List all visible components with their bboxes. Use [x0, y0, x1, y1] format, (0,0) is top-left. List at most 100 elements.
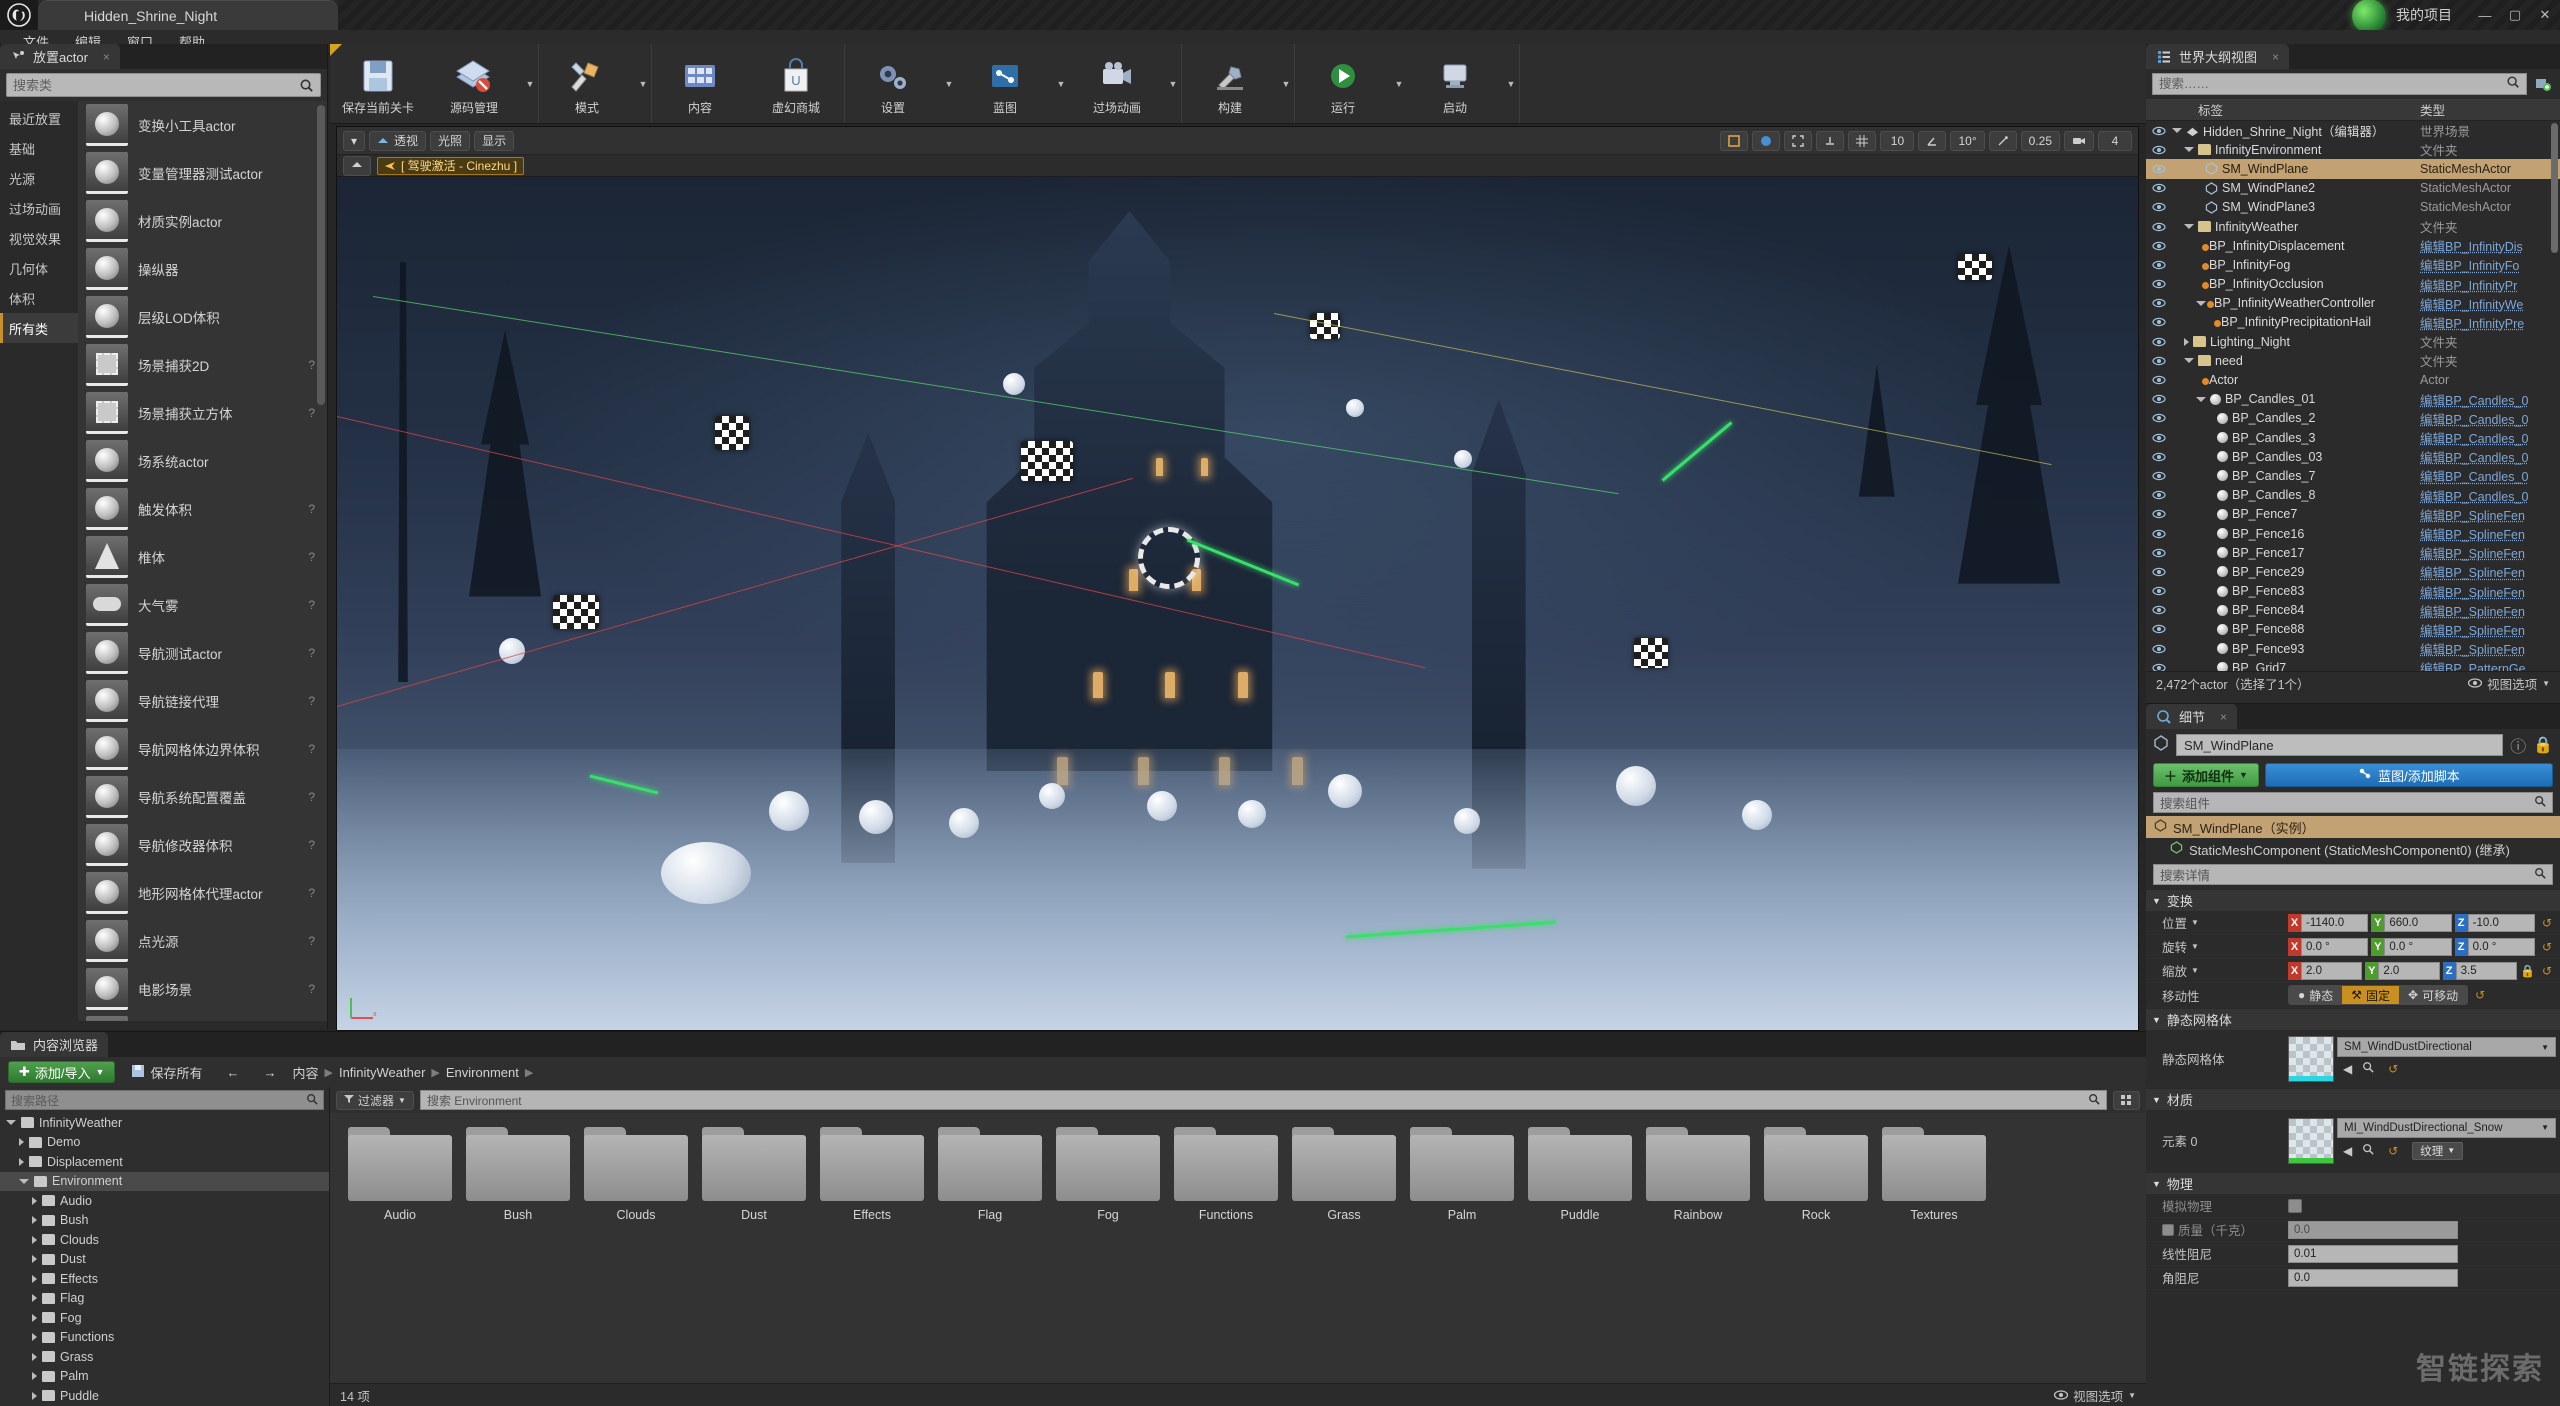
toolbar-button-blueprint[interactable]: 蓝图: [957, 44, 1053, 123]
outliner-row-type[interactable]: 编辑BP_SplineFen: [2420, 543, 2560, 562]
outliner-row[interactable]: InfinityWeather 文件夹: [2146, 217, 2560, 236]
mass-override-checkbox[interactable]: [2162, 1223, 2174, 1236]
toolbar-dropdown-arrow-icon[interactable]: ▼: [1503, 44, 1519, 123]
tree-expand-icon[interactable]: [32, 1196, 37, 1205]
scale-x[interactable]: X 2.0: [2288, 961, 2363, 980]
outliner-row[interactable]: BP_Fence84 编辑BP_SplineFen: [2146, 601, 2560, 620]
rotation-z-value[interactable]: 0.0 °: [2467, 937, 2535, 956]
tree-search-box[interactable]: 搜索路径: [5, 1090, 324, 1110]
outliner-row[interactable]: BP_Candles_3 编辑BP_Candles_0: [2146, 428, 2560, 447]
outliner-row[interactable]: SM_WindPlane2 StaticMeshActor: [2146, 179, 2560, 198]
section-material-header[interactable]: ▼ 材质: [2146, 1088, 2560, 1110]
simulate-physics-checkbox[interactable]: [2288, 1198, 2302, 1213]
filter-button[interactable]: 过滤器 ▼: [336, 1090, 414, 1110]
location-x[interactable]: X -1140.0: [2288, 913, 2369, 932]
asset-folder-tile[interactable]: Fog: [1056, 1127, 1160, 1222]
location-y[interactable]: Y 660.0: [2371, 913, 2452, 932]
folder-tree-node[interactable]: Fog: [0, 1308, 329, 1328]
rotation-dropdown-icon[interactable]: ▼: [2191, 942, 2199, 951]
place-actor-help-icon[interactable]: ?: [308, 982, 315, 996]
mobility-revert-icon[interactable]: ↺: [2471, 988, 2489, 1002]
place-actor-item[interactable]: 场景捕获立方体?: [78, 389, 327, 437]
asset-folder-tile[interactable]: Clouds: [584, 1127, 688, 1222]
toolbar-button-source[interactable]: 源码管理: [426, 44, 522, 123]
add-import-button[interactable]: ✚ 添加/导入 ▼: [8, 1061, 116, 1083]
outliner-expand-icon[interactable]: [2196, 300, 2206, 306]
asset-folder-tile[interactable]: Rainbow: [1646, 1127, 1750, 1222]
outliner-expand-icon[interactable]: [2196, 396, 2206, 402]
outliner-row[interactable]: BP_InfinityPrecipitationHail 编辑BP_Infinit…: [2146, 313, 2560, 332]
location-x-value[interactable]: -1140.0: [2301, 913, 2369, 932]
place-actor-item[interactable]: 电影摄像机actor?: [78, 1013, 327, 1021]
rotation-revert-icon[interactable]: ↺: [2538, 940, 2556, 954]
outliner-visibility-icon[interactable]: [2146, 356, 2172, 366]
folder-tree-node[interactable]: Audio: [0, 1191, 329, 1211]
outliner-column-label[interactable]: 标签: [2194, 100, 2420, 119]
outliner-row[interactable]: BP_Fence16 编辑BP_SplineFen: [2146, 524, 2560, 543]
asset-folder-tile[interactable]: Functions: [1174, 1127, 1278, 1222]
viewport-lighting-button[interactable]: 光照: [430, 130, 471, 151]
tree-expand-icon[interactable]: [19, 1178, 29, 1184]
folder-tree-node[interactable]: Dust: [0, 1250, 329, 1270]
outliner-visibility-icon[interactable]: [2146, 509, 2172, 519]
toolbar-dropdown-arrow-icon[interactable]: ▼: [1278, 44, 1294, 123]
viewport-camera-speed-value[interactable]: 4: [2098, 130, 2132, 151]
viewport-menu-button[interactable]: ▾: [343, 130, 366, 151]
tree-expand-icon[interactable]: [32, 1352, 37, 1361]
place-actors-scrollbar[interactable]: [317, 105, 325, 405]
place-actor-help-icon[interactable]: ?: [308, 550, 315, 564]
rotation-x[interactable]: X 0.0 °: [2288, 937, 2369, 956]
tree-expand-icon[interactable]: [32, 1274, 37, 1283]
viewport-eject-icon[interactable]: [343, 155, 371, 176]
section-physics-header[interactable]: ▼ 物理: [2146, 1172, 2560, 1194]
outliner-visibility-icon[interactable]: [2146, 222, 2172, 232]
outliner-visibility-icon[interactable]: [2146, 605, 2172, 615]
viewport-game-view-icon[interactable]: [1752, 130, 1781, 151]
folder-tree-node[interactable]: Flag: [0, 1289, 329, 1309]
outliner-visibility-icon[interactable]: [2146, 433, 2172, 443]
place-actors-search-input[interactable]: [13, 77, 299, 93]
place-category-5[interactable]: 几何体: [0, 253, 78, 283]
place-actor-item[interactable]: 导航网格体边界体积?: [78, 725, 327, 773]
outliner-row-type[interactable]: 编辑BP_Candles_0: [2420, 409, 2560, 428]
place-actor-help-icon[interactable]: ?: [308, 694, 315, 708]
outliner-row[interactable]: BP_InfinityOcclusion 编辑BP_InfinityPr: [2146, 275, 2560, 294]
asset-folder-tile[interactable]: Audio: [348, 1127, 452, 1222]
use-selected-asset-icon[interactable]: ◀: [2343, 1062, 2352, 1076]
component-search-box[interactable]: 搜索组件: [2153, 792, 2553, 813]
asset-search-box[interactable]: 搜索 Environment: [419, 1090, 2107, 1110]
place-actor-help-icon[interactable]: ?: [308, 886, 315, 900]
material-revert-icon[interactable]: ↺: [2384, 1144, 2402, 1158]
toolbar-button-settings[interactable]: 设置: [845, 44, 941, 123]
outliner-visibility-icon[interactable]: [2146, 490, 2172, 500]
outliner-visibility-icon[interactable]: [2146, 126, 2172, 136]
outliner-visibility-icon[interactable]: [2146, 663, 2172, 671]
tree-expand-icon[interactable]: [19, 1157, 24, 1166]
help-icon[interactable]: ⓘ: [2510, 733, 2526, 757]
lock-icon[interactable]: 🔒: [2533, 735, 2553, 755]
outliner-expand-icon[interactable]: [2184, 337, 2189, 346]
place-actor-item[interactable]: 大气雾?: [78, 581, 327, 629]
outliner-row[interactable]: BP_InfinityFog 编辑BP_InfinityFo: [2146, 255, 2560, 274]
content-view-options-button[interactable]: 视图选项 ▼: [2053, 1386, 2136, 1405]
scale-y[interactable]: Y 2.0: [2365, 961, 2440, 980]
place-category-1[interactable]: 基础: [0, 133, 78, 163]
outliner-row[interactable]: BP_Fence83 编辑BP_SplineFen: [2146, 582, 2560, 601]
asset-folder-tile[interactable]: Palm: [1410, 1127, 1514, 1222]
project-badge[interactable]: 我的项目: [2352, 0, 2470, 33]
asset-folder-tile[interactable]: Flag: [938, 1127, 1042, 1222]
viewport-camera-speed-icon[interactable]: [2064, 130, 2094, 151]
tree-expand-icon[interactable]: [32, 1333, 37, 1342]
place-actor-item[interactable]: 导航测试actor?: [78, 629, 327, 677]
asset-folder-tile[interactable]: Textures: [1882, 1127, 1986, 1222]
details-tab-close-icon[interactable]: ×: [2220, 710, 2227, 724]
outliner-visibility-icon[interactable]: [2146, 298, 2172, 308]
mobility-static-option[interactable]: ● 静态: [2289, 986, 2343, 1004]
viewport-maximize-icon[interactable]: [1720, 130, 1749, 151]
tree-expand-icon[interactable]: [32, 1255, 37, 1264]
location-z[interactable]: Z -10.0: [2454, 913, 2535, 932]
viewport-angle-snap-value[interactable]: 10°: [1950, 130, 1985, 151]
scale-z-value[interactable]: 3.5: [2455, 961, 2517, 980]
material-use-selected-icon[interactable]: ◀: [2343, 1144, 2352, 1158]
place-actor-item[interactable]: 导航系统配置覆盖?: [78, 773, 327, 821]
